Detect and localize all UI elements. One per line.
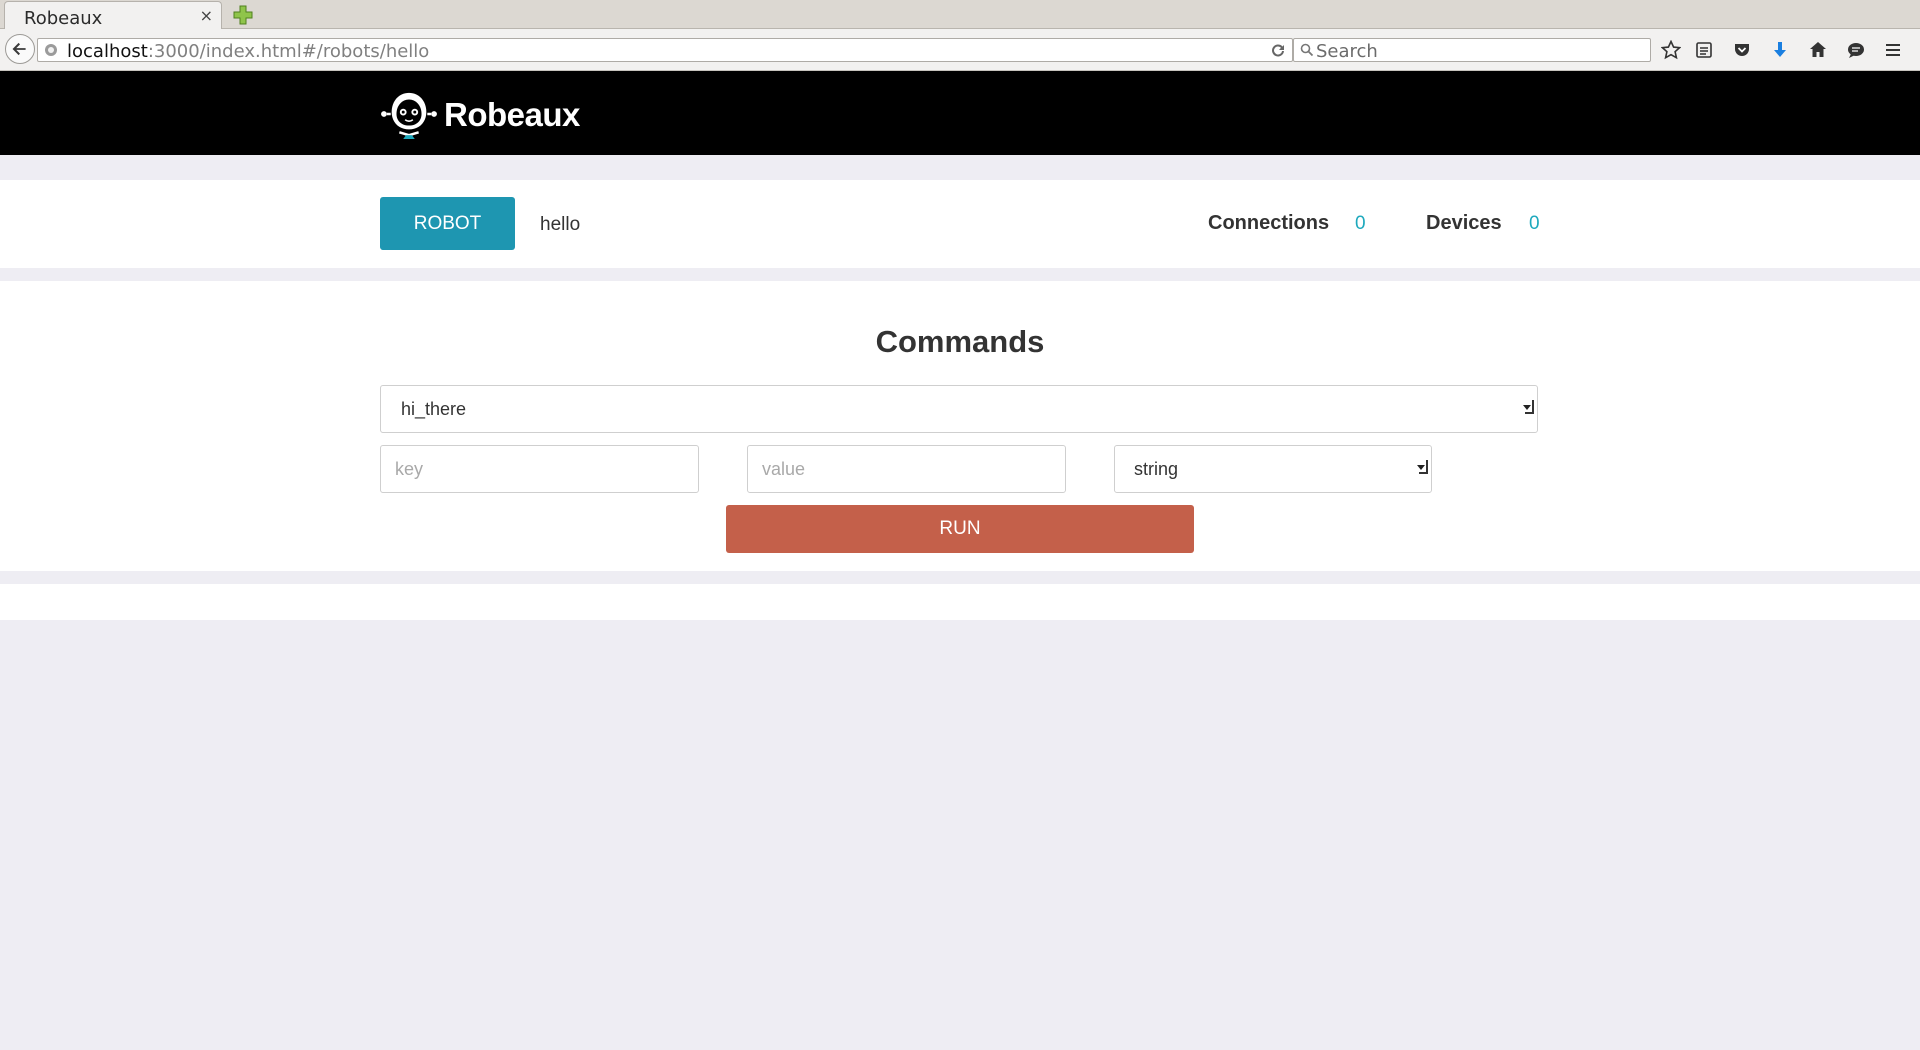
new-tab-icon[interactable] — [232, 4, 254, 26]
robot-logo-icon — [381, 92, 437, 140]
url-text: localhost:3000/index.html#/robots/hello — [67, 41, 429, 62]
brand-name: Robeaux — [444, 96, 580, 133]
connections-label: Connections — [1208, 212, 1330, 234]
bookmark-star-icon[interactable] — [1661, 40, 1681, 60]
url-bar[interactable]: localhost:3000/index.html#/robots/hello — [37, 38, 1293, 62]
app-header: Robeaux — [0, 71, 1920, 155]
key-input[interactable] — [380, 445, 699, 493]
pocket-icon[interactable] — [1732, 40, 1752, 60]
dropdown-caret-icon — [1523, 405, 1531, 410]
url-path: :3000/index.html#/robots/hello — [147, 41, 430, 62]
reading-list-icon[interactable] — [1694, 40, 1714, 60]
commands-title: Commands — [875, 324, 1045, 359]
browser-tab[interactable]: Robeaux × — [4, 1, 222, 30]
robot-info-bar: ROBOT hello Connections 0 Devices 0 — [0, 180, 1920, 268]
tab-title: Robeaux — [24, 8, 103, 29]
devices-count: 0 — [1529, 213, 1540, 234]
url-host: localhost — [67, 41, 148, 62]
menu-icon[interactable] — [1883, 40, 1903, 60]
robot-name: hello — [540, 214, 581, 235]
devices-label: Devices — [1426, 212, 1502, 234]
search-box[interactable]: Search — [1293, 38, 1651, 62]
type-select[interactable]: string — [1114, 445, 1432, 493]
robot-button[interactable]: ROBOT — [380, 197, 515, 250]
home-icon[interactable] — [1808, 40, 1828, 60]
command-selected-value: hi_there — [401, 399, 467, 419]
back-arrow-icon — [12, 42, 26, 56]
commands-panel: Commands hi_there string RUN — [0, 281, 1920, 571]
command-select[interactable]: hi_there — [380, 385, 1538, 433]
browser-navbar: localhost:3000/index.html#/robots/hello … — [0, 29, 1920, 71]
close-icon[interactable]: × — [200, 6, 213, 25]
search-placeholder: Search — [1316, 41, 1378, 62]
search-icon — [1300, 43, 1314, 57]
value-input[interactable] — [747, 445, 1066, 493]
chat-icon[interactable] — [1846, 40, 1866, 60]
empty-panel — [0, 584, 1920, 620]
back-button[interactable] — [5, 34, 35, 64]
site-identity-icon[interactable] — [44, 43, 58, 57]
connections-count: 0 — [1355, 213, 1366, 234]
run-button[interactable]: RUN — [726, 505, 1194, 553]
type-selected-value: string — [1134, 459, 1179, 479]
download-icon[interactable] — [1770, 40, 1790, 60]
reload-icon[interactable] — [1270, 42, 1286, 58]
dropdown-caret-icon — [1417, 465, 1425, 470]
tab-strip: Robeaux × — [0, 0, 1920, 30]
